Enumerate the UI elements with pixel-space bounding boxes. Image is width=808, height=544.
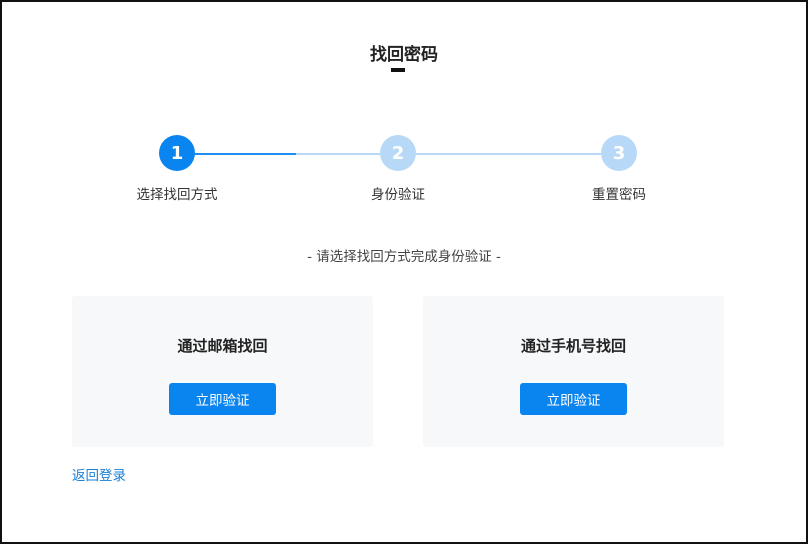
step-2-label: 身份验证 xyxy=(371,187,425,203)
phone-verify-button[interactable]: 立即验证 xyxy=(520,383,627,415)
step-3-label: 重置密码 xyxy=(592,187,646,203)
step-2-circle: 2 xyxy=(380,135,416,171)
instruction-text: - 请选择找回方式完成身份验证 - xyxy=(307,249,501,265)
phone-recovery-title: 通过手机号找回 xyxy=(520,337,626,355)
step-3-circle: 3 xyxy=(601,135,637,171)
back-to-login-link[interactable]: 返回登录 xyxy=(72,464,126,484)
email-recovery-title: 通过邮箱找回 xyxy=(177,337,268,355)
page-frame: 找回密码 1 2 3 选择找回方式 身份验证 重置密码 - 请选择找回方式完成身… xyxy=(0,0,808,544)
step-1-label: 选择找回方式 xyxy=(136,187,218,203)
title-underline xyxy=(391,68,405,72)
page-title: 找回密码 xyxy=(370,45,438,65)
step-1-circle: 1 xyxy=(159,135,195,171)
phone-recovery-card: 通过手机号找回 立即验证 xyxy=(423,296,724,447)
email-recovery-card: 通过邮箱找回 立即验证 xyxy=(72,296,373,447)
email-verify-button[interactable]: 立即验证 xyxy=(169,383,276,415)
